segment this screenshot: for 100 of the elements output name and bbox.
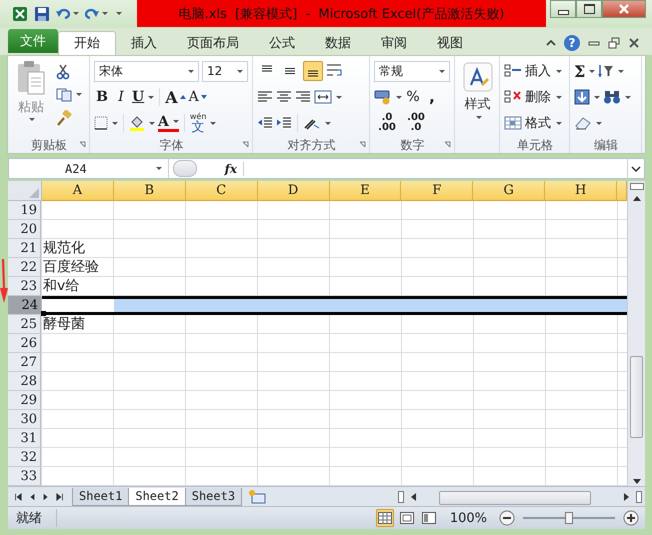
ribbon-tab[interactable]: 页面布局: [172, 30, 254, 55]
dialog-launcher-icon[interactable]: [359, 141, 366, 148]
fill-handle[interactable]: [41, 311, 46, 316]
scroll-up-icon[interactable]: [632, 194, 642, 202]
increase-decimal-button[interactable]: .0 .00: [374, 113, 400, 134]
grow-font-button[interactable]: A: [165, 87, 186, 108]
dialog-launcher-icon[interactable]: [79, 141, 86, 148]
insert-sheet-icon[interactable]: [247, 488, 268, 505]
column-header[interactable]: F: [401, 181, 474, 202]
save-icon[interactable]: [34, 6, 50, 22]
previous-sheet-icon[interactable]: [28, 492, 36, 502]
align-center-icon[interactable]: [276, 90, 292, 104]
zoom-out-icon[interactable]: [499, 510, 515, 526]
format-button[interactable]: 格式: [504, 112, 566, 135]
row-header[interactable]: 22: [8, 258, 42, 278]
bold-button[interactable]: B: [94, 87, 110, 108]
last-sheet-icon[interactable]: [56, 492, 64, 502]
increase-indent-icon[interactable]: [276, 116, 292, 130]
ribbon-tab[interactable]: 数据: [310, 30, 366, 55]
collapse-ribbon-icon[interactable]: [546, 38, 556, 47]
insert-button[interactable]: 插入: [504, 60, 566, 83]
font-size-field[interactable]: 12: [202, 60, 248, 82]
row-header[interactable]: 29: [8, 391, 42, 410]
row-header[interactable]: 23: [8, 277, 42, 296]
customize-button[interactable]: [114, 12, 122, 16]
underline-button[interactable]: U: [132, 87, 154, 108]
row-header[interactable]: 24: [8, 296, 42, 316]
dialog-launcher-icon[interactable]: [444, 141, 451, 148]
first-sheet-icon[interactable]: [14, 492, 22, 502]
fill-button[interactable]: [574, 89, 600, 106]
vertical-scrollbar[interactable]: [627, 181, 645, 486]
undo-button[interactable]: [56, 8, 79, 20]
sort-filter-button[interactable]: [598, 63, 624, 80]
row-header[interactable]: 27: [8, 353, 42, 372]
vertical-align-button[interactable]: [303, 61, 323, 82]
zoom-in-icon[interactable]: [623, 510, 639, 526]
row-header[interactable]: 21: [8, 239, 42, 258]
next-sheet-icon[interactable]: [42, 492, 50, 502]
restore-icon[interactable]: [608, 36, 620, 49]
currency-button[interactable]: [374, 89, 402, 106]
row-header[interactable]: 26: [8, 334, 42, 354]
align-right-icon[interactable]: [295, 90, 311, 104]
decrease-decimal-button[interactable]: .00 .0: [403, 113, 429, 134]
scroll-left-icon[interactable]: [409, 492, 417, 502]
close-icon[interactable]: [628, 36, 640, 49]
slider-thumb[interactable]: [565, 512, 573, 524]
column-header[interactable]: G: [473, 181, 546, 202]
ribbon-tab[interactable]: 审阅: [366, 30, 422, 55]
align-left-icon[interactable]: [257, 90, 273, 104]
copy-button[interactable]: [56, 88, 82, 102]
scissors-icon[interactable]: [56, 64, 70, 80]
split-box[interactable]: [636, 490, 642, 503]
ribbon-tab[interactable]: 公式: [254, 30, 310, 55]
row-header[interactable]: 19: [8, 201, 42, 220]
clear-button[interactable]: [574, 116, 602, 130]
find-button[interactable]: [603, 89, 631, 106]
shrink-font-button[interactable]: A: [188, 87, 207, 108]
comma-button[interactable]: ,: [424, 87, 440, 108]
scroll-thumb[interactable]: [630, 356, 644, 438]
minimize-button[interactable]: [550, 0, 576, 18]
normal-view-button[interactable]: [376, 509, 394, 528]
split-box[interactable]: [398, 490, 404, 503]
column-header[interactable]: C: [186, 181, 258, 202]
delete-button[interactable]: 删除: [504, 86, 566, 109]
decrease-indent-icon[interactable]: [257, 116, 273, 130]
row-header[interactable]: 20: [8, 220, 42, 240]
redo-button[interactable]: [85, 8, 108, 20]
close-button[interactable]: [602, 0, 646, 18]
scroll-thumb[interactable]: [439, 490, 591, 505]
italic-button[interactable]: I: [113, 87, 129, 108]
merge-button[interactable]: [314, 90, 342, 104]
sheet-tab[interactable]: Sheet2: [128, 488, 186, 506]
help-button[interactable]: ?: [564, 34, 580, 51]
split-box[interactable]: [630, 183, 644, 190]
font-name-field[interactable]: 宋体: [94, 60, 199, 82]
font-color-button[interactable]: A: [158, 114, 179, 132]
maximize-button[interactable]: [576, 0, 602, 18]
row-header[interactable]: 28: [8, 372, 42, 392]
column-header[interactable]: A: [42, 181, 114, 202]
zoom-level[interactable]: 100%: [450, 510, 487, 526]
spreadsheet-logo-icon[interactable]: [12, 6, 28, 22]
autosum-button[interactable]: Σ: [574, 61, 596, 82]
row-header[interactable]: 31: [8, 429, 42, 448]
percent-button[interactable]: %: [405, 87, 421, 108]
number-format-field[interactable]: 常规: [374, 60, 450, 82]
paintbrush-icon[interactable]: [56, 110, 72, 126]
styles-button[interactable]: 样式: [459, 62, 496, 119]
ribbon-tab[interactable]: 视图: [422, 30, 478, 55]
phonetic-button[interactable]: wén 文: [190, 113, 216, 134]
row-header[interactable]: 25: [8, 315, 42, 334]
row-header[interactable]: 30: [8, 410, 42, 430]
column-header[interactable]: E: [330, 181, 402, 202]
sheet-tab[interactable]: Sheet1: [72, 488, 130, 506]
row-header[interactable]: 32: [8, 448, 42, 468]
column-header[interactable]: H: [545, 181, 618, 202]
column-header[interactable]: D: [258, 181, 330, 202]
ribbon-tab[interactable]: 开始: [58, 30, 116, 55]
sheet-tab[interactable]: Sheet3: [184, 488, 242, 506]
scroll-right-icon[interactable]: [623, 492, 631, 502]
ribbon-tab[interactable]: 插入: [116, 30, 172, 55]
